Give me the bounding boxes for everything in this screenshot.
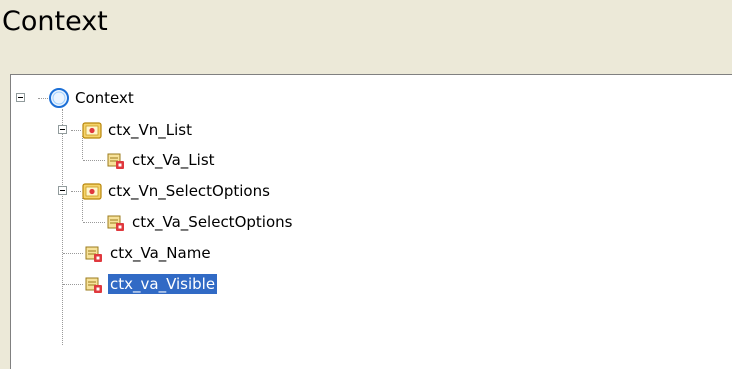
collapse-toggle-icon[interactable] bbox=[58, 125, 67, 134]
tree-node-label: ctx_Vn_SelectOptions bbox=[108, 182, 270, 200]
tree-node-ctx-va-selectoptions[interactable]: ctx_Va_SelectOptions bbox=[105, 209, 294, 235]
node-folder-icon bbox=[81, 119, 103, 141]
tree-node-ctx-vn-list[interactable]: ctx_Vn_List bbox=[81, 117, 194, 143]
context-tree[interactable]: Context ctx_Vn_List ctx_Va_List ctx_Vn_S… bbox=[10, 74, 732, 369]
tree-node-ctx-vn-selectoptions[interactable]: ctx_Vn_SelectOptions bbox=[81, 178, 272, 204]
tree-node-ctx-va-name[interactable]: ctx_Va_Name bbox=[83, 240, 213, 266]
tree-connector bbox=[63, 253, 83, 254]
tree-connector bbox=[83, 222, 105, 223]
collapse-toggle-icon[interactable] bbox=[16, 93, 25, 102]
tree-node-label: ctx_Va_Name bbox=[110, 244, 211, 262]
tree-connector bbox=[38, 98, 48, 99]
tree-connector bbox=[62, 109, 63, 345]
tree-node-label: ctx_va_Visible bbox=[108, 274, 218, 294]
attribute-icon bbox=[83, 273, 105, 295]
context-circle-icon bbox=[48, 87, 70, 109]
tree-connector bbox=[71, 130, 81, 131]
collapse-toggle-icon[interactable] bbox=[58, 186, 67, 195]
tree-connector bbox=[63, 284, 83, 285]
tree-node-label: ctx_Va_SelectOptions bbox=[132, 213, 293, 231]
node-folder-icon bbox=[81, 180, 103, 202]
tree-connector bbox=[83, 160, 105, 161]
attribute-icon bbox=[105, 149, 127, 171]
tree-node-ctx-va-list[interactable]: ctx_Va_List bbox=[105, 147, 217, 173]
tree-node-label: ctx_Vn_List bbox=[108, 121, 192, 139]
tree-node-context[interactable]: Context bbox=[48, 85, 136, 111]
tree-node-ctx-va-visible[interactable]: ctx_va_Visible bbox=[83, 271, 218, 297]
page-title: Context bbox=[2, 6, 108, 37]
attribute-icon bbox=[105, 211, 127, 233]
tree-node-label: Context bbox=[75, 89, 134, 107]
attribute-icon bbox=[83, 242, 105, 264]
tree-node-label: ctx_Va_List bbox=[132, 151, 215, 169]
tree-connector bbox=[71, 191, 81, 192]
